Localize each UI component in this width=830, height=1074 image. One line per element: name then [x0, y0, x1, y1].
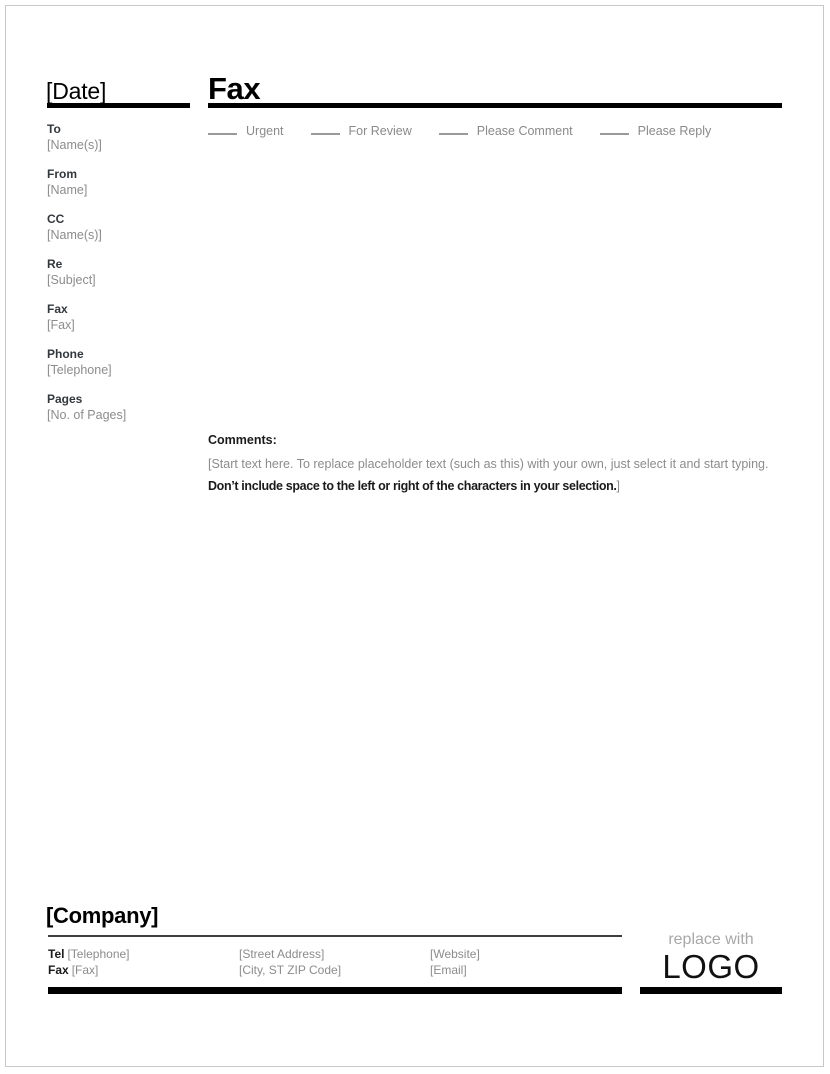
- field-label: Fax: [47, 302, 68, 316]
- logo-sub-label: replace with: [668, 931, 754, 948]
- logo-main-label: LOGO: [662, 948, 760, 985]
- comments-placeholder-start: [Start text here. To replace placeholder…: [208, 457, 769, 471]
- comments-placeholder-end: ]: [616, 479, 621, 493]
- comments-body[interactable]: [Start text here. To replace placeholder…: [208, 453, 784, 497]
- contact-column-address: [Street Address] [City, ST ZIP Code]: [239, 946, 341, 978]
- option-please-reply[interactable]: Please Reply: [599, 122, 712, 139]
- logo-placeholder[interactable]: replace with LOGO: [640, 930, 782, 985]
- contact-fax: Fax [Fax]: [48, 962, 130, 978]
- comments-heading: Comments:: [208, 433, 277, 447]
- contact-email: [Email]: [430, 962, 480, 978]
- field-value[interactable]: [Fax]: [47, 317, 197, 333]
- title-underline-rule: [208, 103, 782, 108]
- contact-value[interactable]: [Telephone]: [67, 947, 129, 961]
- contact-city: [City, ST ZIP Code]: [239, 962, 341, 978]
- field-phone: Phone [Telephone]: [47, 347, 197, 378]
- comments-emphasis: Don’t include space to the left or right…: [208, 479, 617, 493]
- field-value[interactable]: [Name(s)]: [47, 227, 197, 243]
- company-name[interactable]: [Company]: [46, 903, 159, 929]
- contact-value[interactable]: [Website]: [430, 947, 480, 961]
- field-label: CC: [47, 212, 65, 226]
- field-value[interactable]: [Telephone]: [47, 362, 197, 378]
- field-label: Pages: [47, 392, 83, 406]
- contact-key: Fax: [48, 963, 69, 977]
- field-cc: CC [Name(s)]: [47, 212, 197, 243]
- field-re: Re [Subject]: [47, 257, 197, 288]
- checkbox-blank-icon[interactable]: [438, 122, 468, 135]
- contact-key: Tel: [48, 947, 65, 961]
- option-label: Please Comment: [476, 124, 573, 138]
- contact-column-phone: Tel [Telephone] Fax [Fax]: [48, 946, 130, 978]
- field-value[interactable]: [Subject]: [47, 272, 197, 288]
- contact-column-web: [Website] [Email]: [430, 946, 480, 978]
- contact-tel: Tel [Telephone]: [48, 946, 130, 962]
- contact-value[interactable]: [Fax]: [72, 963, 99, 977]
- option-label: For Review: [348, 124, 412, 138]
- contact-website: [Website]: [430, 946, 480, 962]
- field-label: From: [47, 167, 77, 181]
- comments-section: Comments: [Start text here. To replace p…: [208, 432, 784, 497]
- logo-bar: [640, 987, 782, 994]
- date-underline-rule: [47, 103, 190, 108]
- field-label: Phone: [47, 347, 84, 361]
- field-value[interactable]: [Name]: [47, 182, 197, 198]
- contact-value[interactable]: [Street Address]: [239, 947, 324, 961]
- option-urgent[interactable]: Urgent: [208, 122, 284, 139]
- option-label: Urgent: [246, 124, 284, 138]
- date-heading[interactable]: [Date]: [46, 78, 106, 104]
- company-rule: [48, 935, 622, 937]
- checkbox-blank-icon[interactable]: [208, 122, 237, 135]
- option-label: Please Reply: [637, 124, 712, 138]
- contact-value[interactable]: [City, ST ZIP Code]: [239, 963, 341, 977]
- field-value[interactable]: [Name(s)]: [47, 137, 197, 153]
- page-title: Fax: [208, 71, 261, 106]
- footer-bar: [48, 987, 622, 994]
- checkbox-blank-icon[interactable]: [310, 122, 340, 135]
- checkbox-blank-icon[interactable]: [599, 122, 629, 135]
- field-to: To [Name(s)]: [47, 122, 197, 153]
- contact-street: [Street Address]: [239, 946, 341, 962]
- option-for-review[interactable]: For Review: [310, 122, 412, 139]
- option-please-comment[interactable]: Please Comment: [438, 122, 573, 139]
- recipient-fields: To [Name(s)] From [Name] CC [Name(s)] Re…: [47, 122, 197, 437]
- fax-cover-page: [Date] Fax To [Name(s)] From [Name] CC […: [0, 0, 830, 1074]
- field-label: To: [47, 122, 61, 136]
- field-value[interactable]: [No. of Pages]: [47, 407, 197, 423]
- field-from: From [Name]: [47, 167, 197, 198]
- field-fax: Fax [Fax]: [47, 302, 197, 333]
- fax-options-row: Urgent For Review Please Comment Please …: [208, 122, 738, 139]
- field-label: Re: [47, 257, 63, 271]
- field-pages: Pages [No. of Pages]: [47, 392, 197, 423]
- contact-value[interactable]: [Email]: [430, 963, 467, 977]
